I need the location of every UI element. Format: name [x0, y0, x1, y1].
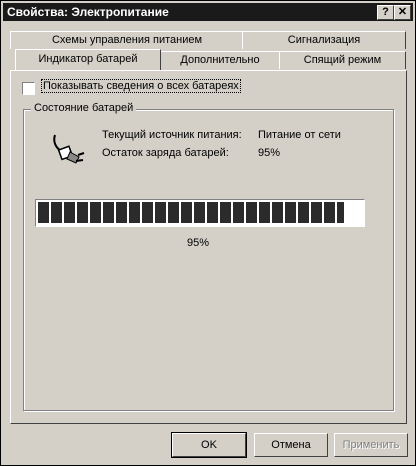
progress-segment [51, 202, 62, 223]
progress-segment [77, 202, 88, 223]
progress-segment [311, 202, 322, 223]
progress-segment [220, 202, 231, 223]
close-button[interactable]: ✕ [394, 5, 411, 20]
progress-segment [298, 202, 309, 223]
tab-advanced[interactable]: Дополнительно [159, 51, 281, 69]
progress-segment [64, 202, 75, 223]
tab-battery-meter[interactable]: Индикатор батарей [15, 49, 161, 70]
progress-segment [259, 202, 270, 223]
tab-alarms[interactable]: Сигнализация [242, 31, 406, 49]
power-plug-icon [53, 134, 85, 164]
progress-segment [129, 202, 140, 223]
battery-progress-bar [35, 199, 365, 227]
title-bar[interactable]: Свойства: Электропитание ? ✕ [3, 3, 413, 21]
progress-segment [194, 202, 205, 223]
battery-progress-fill [38, 202, 344, 223]
battery-status-group-title: Состояние батарей [31, 102, 137, 114]
progress-segment [246, 202, 257, 223]
progress-segment [181, 202, 192, 223]
progress-segment [142, 202, 153, 223]
progress-segment [168, 202, 179, 223]
progress-segment [324, 202, 335, 223]
apply-button[interactable]: Применить [334, 433, 408, 457]
battery-charge-label: Остаток заряда батарей: [102, 147, 229, 159]
progress-segment [233, 202, 244, 223]
power-source-label: Текущий источник питания: [102, 129, 242, 141]
progress-segment [337, 202, 344, 223]
show-all-batteries-checkbox[interactable] [22, 82, 35, 95]
power-source-value: Питание от сети [258, 129, 341, 141]
battery-progress-text: 95% [187, 237, 210, 249]
progress-segment [90, 202, 101, 223]
tab-power-schemes[interactable]: Схемы управления питанием [10, 31, 244, 49]
battery-charge-value: 95% [258, 147, 281, 159]
progress-segment [285, 202, 296, 223]
properties-window: Свойства: Электропитание ? ✕ Схемы управ… [0, 0, 416, 466]
progress-segment [103, 202, 114, 223]
cancel-button[interactable]: Отмена [254, 433, 328, 457]
progress-segment [155, 202, 166, 223]
progress-segment [38, 202, 49, 223]
window-title: Свойства: Электропитание [7, 5, 169, 19]
progress-segment [116, 202, 127, 223]
show-all-batteries-label[interactable]: Показывать сведения о всех батареях [41, 79, 241, 93]
progress-segment [207, 202, 218, 223]
tab-hibernate[interactable]: Спящий режим [279, 51, 406, 69]
progress-segment [272, 202, 283, 223]
ok-button[interactable]: OK [171, 432, 247, 458]
help-button[interactable]: ? [377, 5, 394, 20]
